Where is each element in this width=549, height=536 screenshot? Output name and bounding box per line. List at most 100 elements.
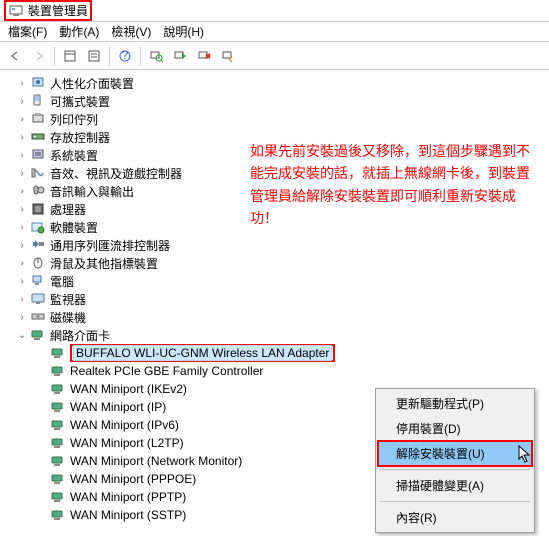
expand-icon[interactable]: › — [16, 275, 28, 287]
network-adapter-icon — [50, 435, 66, 451]
expand-icon[interactable]: › — [16, 77, 28, 89]
network-adapter-icon — [50, 489, 66, 505]
expand-icon[interactable]: › — [16, 149, 28, 161]
tree-label: WAN Miniport (Network Monitor) — [70, 454, 242, 468]
tree-leaf-network-adapter[interactable]: ›BUFFALO WLI-UC-GNM Wireless LAN Adapter — [32, 344, 549, 362]
expand-icon[interactable]: › — [16, 239, 28, 251]
menu-separator — [380, 469, 530, 470]
tree-label: WAN Miniport (IP) — [70, 400, 166, 414]
tree-leaf-network-adapter[interactable]: ›Realtek PCIe GBE Family Controller — [32, 362, 549, 380]
tree-label: 通用序列匯流排控制器 — [50, 237, 170, 254]
network-adapter-icon — [50, 417, 66, 433]
tree-label-selected: BUFFALO WLI-UC-GNM Wireless LAN Adapter — [73, 345, 332, 361]
tree-label: 存放控制器 — [50, 129, 110, 146]
menu-bar: 檔案(F) 動作(A) 檢視(V) 說明(H) — [0, 22, 549, 42]
network-adapter-icon — [50, 471, 66, 487]
menu-help[interactable]: 說明(H) — [157, 21, 210, 42]
help-button[interactable]: ? — [114, 45, 136, 67]
context-menu: 更新驅動程式(P) 停用裝置(D) 解除安裝裝置(U) 掃描硬體變更(A) 內容… — [375, 388, 535, 533]
tree-node[interactable]: › 人性化介面裝置 — [12, 74, 549, 92]
expand-icon[interactable]: › — [16, 167, 28, 179]
tree-label: WAN Miniport (IPv6) — [70, 418, 179, 432]
category-icon — [30, 93, 46, 109]
tree-node-network[interactable]: ⌄ 網路介面卡 — [12, 326, 549, 344]
tree-label: 滑鼠及其他指標裝置 — [50, 255, 158, 272]
category-icon — [30, 309, 46, 325]
category-icon — [30, 219, 46, 235]
uninstall-button[interactable] — [193, 45, 215, 67]
category-icon — [30, 291, 46, 307]
expand-icon[interactable]: › — [16, 203, 28, 215]
svg-text:?: ? — [122, 49, 129, 62]
tree-node[interactable]: ›列印佇列 — [12, 110, 549, 128]
properties-button[interactable] — [83, 45, 105, 67]
category-icon — [30, 129, 46, 145]
network-adapter-icon — [50, 363, 66, 379]
tree-label: 人性化介面裝置 — [50, 75, 134, 92]
expand-icon[interactable]: › — [16, 185, 28, 197]
network-adapter-icon — [50, 453, 66, 469]
tree-node[interactable]: › 磁碟機 — [12, 308, 549, 326]
show-hide-button[interactable] — [59, 45, 81, 67]
menu-file[interactable]: 檔案(F) — [2, 21, 53, 42]
ctx-update-driver[interactable]: 更新驅動程式(P) — [378, 391, 532, 416]
tree-node[interactable]: › 監視器 — [12, 290, 549, 308]
expand-icon[interactable]: › — [16, 113, 28, 125]
category-icon — [30, 183, 46, 199]
forward-button[interactable] — [28, 45, 50, 67]
ctx-disable-device[interactable]: 停用裝置(D) — [378, 416, 532, 441]
scan-button[interactable] — [145, 45, 167, 67]
ctx-uninstall-device[interactable]: 解除安裝裝置(U) — [378, 441, 532, 466]
category-icon — [30, 255, 46, 271]
title-bar: 裝置管理員 — [0, 0, 549, 22]
category-icon — [30, 111, 46, 127]
category-icon — [30, 165, 46, 181]
tree-label: 網路介面卡 — [50, 327, 110, 344]
tree-label: 處理器 — [50, 201, 86, 218]
network-adapter-icon — [50, 507, 66, 523]
tree-label: 音效、視訊及遊戲控制器 — [50, 165, 182, 182]
tree-label: 音訊輸入與輸出 — [50, 183, 134, 200]
menu-view[interactable]: 檢視(V) — [105, 21, 157, 42]
category-icon — [30, 273, 46, 289]
network-adapter-icon — [50, 345, 66, 361]
tree-label: WAN Miniport (SSTP) — [70, 508, 186, 522]
expand-icon[interactable]: › — [16, 221, 28, 233]
tree-label: 電腦 — [50, 273, 74, 290]
expand-icon[interactable]: › — [16, 257, 28, 269]
collapse-icon[interactable]: ⌄ — [16, 329, 28, 341]
network-category-icon — [30, 327, 46, 343]
tree-node[interactable]: ›可攜式裝置 — [12, 92, 549, 110]
tree-label: WAN Miniport (IKEv2) — [70, 382, 187, 396]
app-icon — [8, 3, 24, 19]
network-adapter-icon — [50, 381, 66, 397]
tree-label: 軟體裝置 — [50, 219, 98, 236]
expand-icon[interactable]: › — [16, 293, 28, 305]
tree-label: WAN Miniport (L2TP) — [70, 436, 184, 450]
ctx-scan-hardware[interactable]: 掃描硬體變更(A) — [378, 473, 532, 498]
tree-label: 監視器 — [50, 291, 86, 308]
tree-label: Realtek PCIe GBE Family Controller — [70, 364, 263, 378]
network-adapter-icon — [50, 399, 66, 415]
menu-action[interactable]: 動作(A) — [53, 21, 105, 42]
category-icon — [30, 201, 46, 217]
back-button[interactable] — [4, 45, 26, 67]
annotation-text: 如果先前安裝過後又移除，到這個步驟遇到不能完成安裝的話，就插上無線網卡後，到裝置… — [250, 140, 530, 230]
tree-node[interactable]: › 電腦 — [12, 272, 549, 290]
menu-separator — [380, 501, 530, 502]
expand-icon[interactable]: › — [16, 311, 28, 323]
update-button[interactable] — [169, 45, 191, 67]
tree-label: 磁碟機 — [50, 309, 86, 326]
expand-icon[interactable]: › — [16, 95, 28, 107]
tree-node[interactable]: › 滑鼠及其他指標裝置 — [12, 254, 549, 272]
tree-node[interactable]: › 通用序列匯流排控制器 — [12, 236, 549, 254]
ctx-properties[interactable]: 內容(R) — [378, 505, 532, 530]
expand-icon[interactable]: › — [16, 131, 28, 143]
tree-label: WAN Miniport (PPTP) — [70, 490, 186, 504]
category-icon — [30, 237, 46, 253]
category-icon — [30, 147, 46, 163]
window-title: 裝置管理員 — [28, 2, 88, 19]
disable-button[interactable] — [217, 45, 239, 67]
tree-label: WAN Miniport (PPPOE) — [70, 472, 196, 486]
toolbar: ? — [0, 42, 549, 70]
